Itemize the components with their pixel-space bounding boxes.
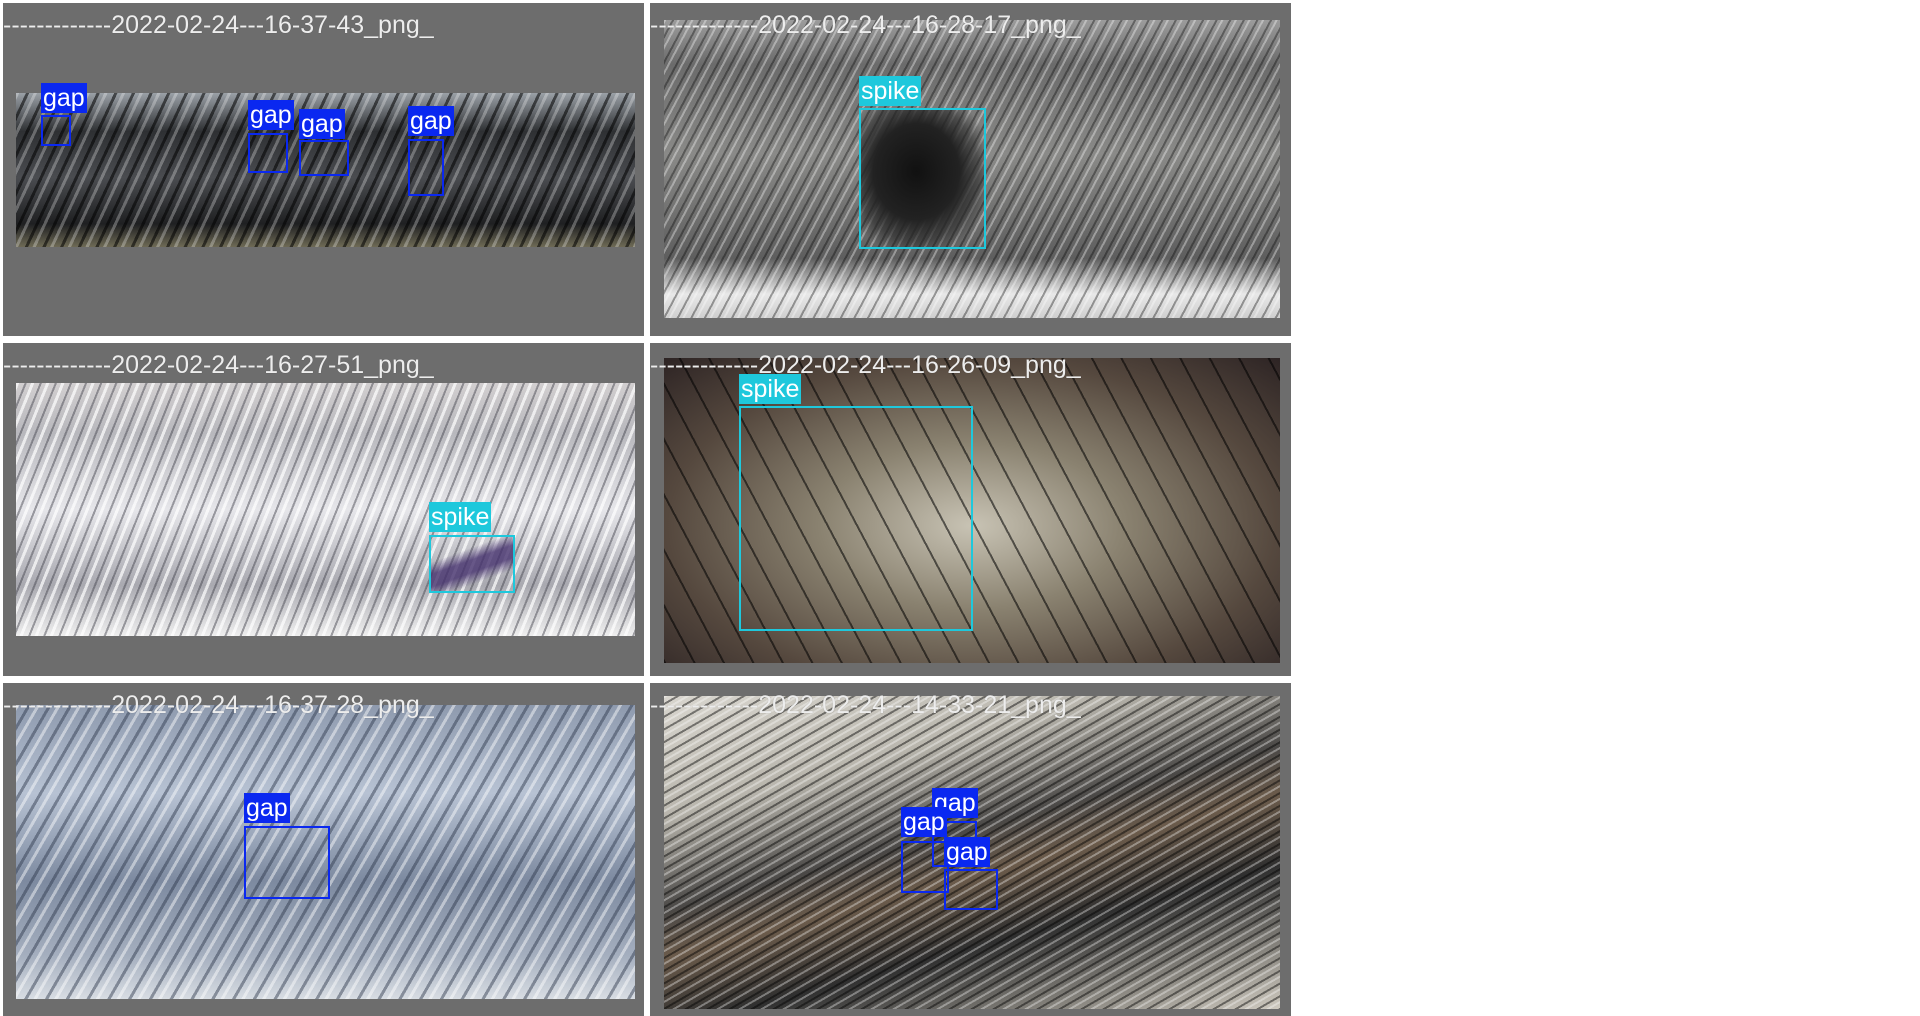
detection-label-gap: gap xyxy=(299,109,345,139)
detection-label-gap: gap xyxy=(944,837,990,867)
detection-box-gap xyxy=(41,115,71,146)
detection-label-gap: gap xyxy=(244,793,290,823)
rope-image-3 xyxy=(16,383,635,636)
result-panel-4: -------------2022-02-24---16-26-09_png_ … xyxy=(650,343,1291,676)
detection-box-gap xyxy=(244,826,330,899)
detection-box-gap xyxy=(944,869,998,910)
result-panel-1: -------------2022-02-24---16-37-43_png_ … xyxy=(3,3,644,336)
result-panel-3: -------------2022-02-24---16-27-51_png_ … xyxy=(3,343,644,676)
detection-label-gap: gap xyxy=(901,807,947,837)
detection-results-grid: -------------2022-02-24---16-37-43_png_ … xyxy=(0,0,1291,1016)
detection-label-spike: spike xyxy=(859,76,922,106)
image-filename-6: -------------2022-02-24---14-33-21_png_ xyxy=(650,691,1081,719)
detection-box-spike xyxy=(859,108,986,249)
detection-box-spike xyxy=(739,406,973,631)
image-filename-2: -------------2022-02-24---16-28-17_png_ xyxy=(650,11,1081,39)
detection-label-gap: gap xyxy=(248,100,294,130)
result-panel-2: -------------2022-02-24---16-28-17_png_ … xyxy=(650,3,1291,336)
detection-box-gap xyxy=(408,139,444,196)
image-filename-1: -------------2022-02-24---16-37-43_png_ xyxy=(3,11,434,39)
result-panel-6: -------------2022-02-24---14-33-21_png_ … xyxy=(650,683,1291,1016)
detection-label-gap: gap xyxy=(408,106,454,136)
detection-label-spike: spike xyxy=(429,502,492,532)
detection-box-spike xyxy=(429,535,515,593)
image-filename-5: -------------2022-02-24---16-37-28_png_ xyxy=(3,691,434,719)
detection-label-gap: gap xyxy=(41,83,87,113)
detection-box-gap xyxy=(248,133,288,173)
result-panel-5: -------------2022-02-24---16-37-28_png_ … xyxy=(3,683,644,1016)
detection-box-gap xyxy=(299,140,349,176)
image-filename-3: -------------2022-02-24---16-27-51_png_ xyxy=(3,351,434,379)
image-filename-4: -------------2022-02-24---16-26-09_png_ xyxy=(650,351,1081,379)
detection-box-gap xyxy=(901,841,949,893)
